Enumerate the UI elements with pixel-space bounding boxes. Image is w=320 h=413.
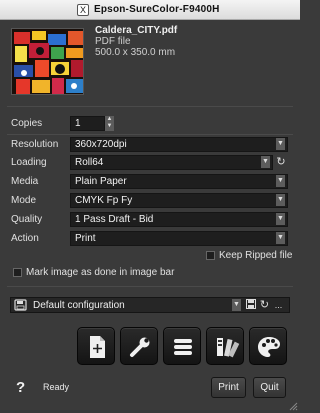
quit-button[interactable]: Quit [253, 377, 286, 398]
file-size: 500.0 x 350.0 mm [95, 47, 176, 58]
list-button[interactable] [163, 327, 201, 365]
chevron-down-icon[interactable]: ▼ [261, 156, 270, 168]
resolution-row: Resolution 360x720dpi ▼ [11, 137, 288, 152]
keep-ripped-label: Keep Ripped file [219, 250, 293, 261]
media-select[interactable]: Plain Paper [70, 174, 288, 189]
status-text: Ready [43, 382, 70, 392]
resolution-label: Resolution [11, 139, 59, 150]
config-settings-icon [14, 299, 27, 314]
file-info: Caldera_CITY.pdf PDF file 500.0 x 350.0 … [95, 25, 177, 58]
divider [7, 286, 293, 287]
chevron-down-icon[interactable]: ▼ [276, 194, 285, 206]
palette-icon [258, 337, 280, 357]
add-file-icon [90, 336, 105, 358]
save-icon[interactable] [245, 299, 256, 312]
action-label: Action [11, 233, 39, 244]
help-icon[interactable]: ? [16, 379, 25, 396]
tools-button[interactable] [120, 327, 158, 365]
mark-done-checkbox[interactable] [13, 268, 22, 277]
media-row: Media Plain Paper ▼ [11, 174, 288, 189]
window-title: Epson-SureColor-F9400H [94, 4, 220, 15]
keep-ripped-checkbox[interactable] [206, 251, 215, 260]
mode-label: Mode [11, 195, 37, 206]
list-icon [174, 339, 192, 355]
chevron-down-icon[interactable]: ▼ [276, 175, 285, 187]
action-row: Action Print ▼ [11, 231, 288, 246]
loading-select[interactable]: Roll64 [70, 155, 273, 170]
swatches-button[interactable] [206, 327, 244, 365]
more-button[interactable]: ... [273, 299, 284, 312]
add-file-button[interactable] [77, 327, 115, 365]
copies-stepper[interactable]: ▲ ▼ [105, 116, 114, 131]
divider [7, 134, 293, 135]
title-bar: X Epson-SureColor-F9400H [0, 0, 300, 20]
configuration-bar: Default configuration ▼ ↻ ... [10, 297, 290, 313]
loading-row: Loading Roll64 ▼ ↻ [11, 155, 288, 170]
copies-label: Copies [11, 118, 43, 129]
quality-row: Quality 1 Pass Draft - Bid ▼ [11, 212, 288, 227]
chevron-down-icon[interactable]: ▼ [276, 138, 285, 150]
copies-input[interactable]: 1 [70, 116, 105, 131]
refresh-icon[interactable]: ↻ [275, 155, 287, 170]
media-label: Media [11, 176, 39, 187]
swatches-icon [217, 338, 240, 358]
file-type: PDF file [95, 36, 131, 47]
quality-label: Quality [11, 214, 43, 225]
quality-select[interactable]: 1 Pass Draft - Bid [70, 212, 288, 227]
mode-select[interactable]: CMYK Fp Fy [70, 193, 288, 208]
x-app-icon: X [77, 4, 89, 16]
mode-row: Mode CMYK Fp Fy ▼ [11, 193, 288, 208]
file-name: Caldera_CITY.pdf [95, 25, 178, 36]
action-select[interactable]: Print [70, 231, 288, 246]
chevron-down-icon[interactable]: ▼ [276, 232, 285, 244]
chevron-down-icon[interactable]: ▼ [276, 213, 285, 225]
print-button[interactable]: Print [211, 377, 246, 398]
wrench-icon [130, 337, 150, 357]
image-thumbnail [11, 28, 84, 95]
configuration-select[interactable]: Default configuration [33, 300, 125, 311]
divider [7, 106, 293, 107]
loading-label: Loading [11, 157, 47, 168]
chevron-down-icon[interactable]: ▼ [232, 299, 241, 311]
resolution-select[interactable]: 360x720dpi [70, 137, 288, 152]
mark-done-label: Mark image as done in image bar [26, 267, 175, 278]
resize-grip-icon[interactable] [288, 401, 298, 411]
palette-button[interactable] [249, 327, 287, 365]
refresh-icon[interactable]: ↻ [259, 299, 270, 312]
copies-row: Copies 1 ▲ ▼ [11, 116, 288, 131]
